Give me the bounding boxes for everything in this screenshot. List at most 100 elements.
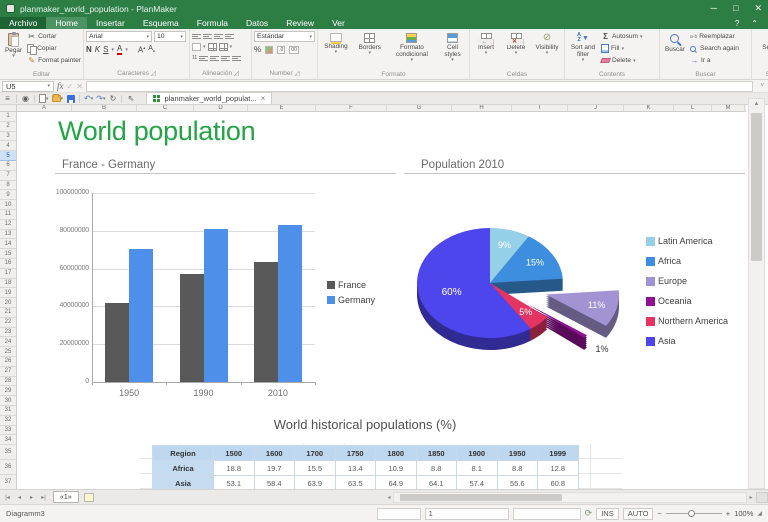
table-header-cell[interactable]: 1750	[335, 446, 376, 461]
wrap-text-icon[interactable]	[219, 43, 228, 51]
text-orientation-icon[interactable]: 11	[192, 55, 197, 61]
row-header-19[interactable]: 19	[0, 288, 16, 298]
pie-chart-object[interactable]: 9%15%11%1%5%60%	[405, 216, 655, 366]
vertical-scrollbar[interactable]: ▲	[748, 98, 765, 489]
row-header-31[interactable]: 31	[0, 406, 16, 416]
column-header-J[interactable]: J	[568, 105, 624, 111]
row-header-4[interactable]: 4	[0, 141, 16, 151]
row-header-3[interactable]: 3	[0, 132, 16, 142]
table-value-cell[interactable]: 8.1	[457, 461, 498, 476]
sh​ading-button[interactable]: Shading▾	[320, 31, 352, 71]
row-header-22[interactable]: 22	[0, 318, 16, 328]
collapse-ribbon-button[interactable]: ⌃	[751, 19, 758, 28]
merge-cells-icon[interactable]	[208, 43, 217, 51]
sheet-tab-active[interactable]: «1»	[53, 491, 79, 503]
row-header-33[interactable]: 33	[0, 426, 16, 436]
table-value-cell[interactable]: 15.5	[295, 461, 336, 476]
column-header-K[interactable]: K	[624, 105, 674, 111]
menu-item-ver[interactable]: Ver	[323, 17, 354, 29]
scroll-right-icon[interactable]: ▸	[747, 494, 755, 501]
horizontal-scrollbar[interactable]: ◂ ▸	[385, 491, 768, 504]
pointer-mode-icon[interactable]: ⇖	[126, 94, 135, 104]
row-header-14[interactable]: 14	[0, 239, 16, 249]
maximize-button[interactable]: □	[733, 3, 738, 14]
open-document-icon[interactable]: ▾	[52, 94, 64, 104]
zoom-slider-knob[interactable]	[688, 510, 695, 517]
touch-mode-icon[interactable]: ◉	[21, 94, 30, 104]
remove-decimal-button[interactable]: 00	[289, 46, 299, 54]
close-button[interactable]: ✕	[754, 3, 762, 14]
row-header-25[interactable]: 25	[0, 347, 16, 357]
conditional-formatting-button[interactable]: Formato condicional▾	[388, 31, 436, 71]
row-header-7[interactable]: 7	[0, 171, 16, 181]
align-right-icon[interactable]	[221, 55, 230, 62]
column-header-H[interactable]: H	[452, 105, 512, 111]
cell-format-icon[interactable]	[192, 43, 201, 51]
auto-mode-badge[interactable]: AUTO	[623, 508, 654, 520]
italic-button[interactable]: K	[95, 45, 100, 54]
column-header-B[interactable]: B	[72, 105, 137, 111]
row-header-36[interactable]: 36	[0, 460, 16, 475]
row-header-10[interactable]: 10	[0, 200, 16, 210]
column-header-I[interactable]: I	[512, 105, 568, 111]
menu-item-formula[interactable]: Formula	[188, 17, 237, 29]
grow-font-button[interactable]: A▴	[138, 45, 145, 55]
row-header-30[interactable]: 30	[0, 396, 16, 406]
row-header-16[interactable]: 16	[0, 259, 16, 269]
row-header-9[interactable]: 9	[0, 190, 16, 200]
row-header-32[interactable]: 32	[0, 416, 16, 426]
find-button[interactable]: Buscar	[662, 31, 688, 71]
sheet-main-title[interactable]: World population	[58, 116, 255, 147]
replace-button[interactable]: a-bReemplazar	[690, 31, 739, 42]
row-header-21[interactable]: 21	[0, 308, 16, 318]
document-tab-close-icon[interactable]: ×	[261, 94, 266, 103]
insert-function-button[interactable]: fx	[57, 81, 64, 91]
number-format-select[interactable]: Estándar▾	[254, 31, 315, 42]
new-document-icon[interactable]: ▾	[39, 94, 49, 104]
row-header-18[interactable]: 18	[0, 279, 16, 289]
table-header-cell[interactable]: 1800	[376, 446, 417, 461]
cell-styles-button[interactable]: Cell styles▾	[438, 31, 467, 71]
table-value-cell[interactable]: 8.8	[416, 461, 457, 476]
fill-button[interactable]: Fill▾	[601, 43, 643, 54]
percent-format-button[interactable]: %	[254, 45, 261, 54]
row-header-24[interactable]: 24	[0, 337, 16, 347]
align-justify-icon[interactable]	[232, 55, 241, 62]
prev-sheet-button[interactable]: ◂	[14, 492, 25, 503]
table-header-cell[interactable]: 1600	[254, 446, 295, 461]
bar-chart-title[interactable]: France - Germany	[55, 156, 396, 174]
font-size-select[interactable]: 10▾	[154, 31, 186, 42]
bold-button[interactable]: N	[86, 45, 92, 54]
row-header-15[interactable]: 15	[0, 249, 16, 259]
align-top-icon[interactable]	[192, 33, 201, 40]
row-header-17[interactable]: 17	[0, 269, 16, 279]
cell-reference-box[interactable]: U5▾	[2, 81, 54, 92]
first-sheet-button[interactable]: |◂	[2, 492, 13, 503]
column-header-M[interactable]: M	[712, 105, 745, 111]
help-button[interactable]: ?	[735, 19, 739, 28]
menu-item-archivo[interactable]: Archivo	[0, 17, 46, 29]
insert-cells-button[interactable]: ← Insert▾	[472, 31, 500, 71]
paste-button[interactable]: Pegar▾	[2, 31, 25, 71]
pie-chart-title[interactable]: Population 2010	[404, 156, 745, 174]
undo-icon[interactable]: ↶▾	[84, 94, 93, 104]
row-header-11[interactable]: 11	[0, 210, 16, 220]
borders-button[interactable]: Borders▾	[354, 31, 386, 71]
select-all-corner[interactable]	[0, 105, 17, 111]
row-header-29[interactable]: 29	[0, 386, 16, 396]
save-icon[interactable]	[66, 94, 75, 104]
visibility-button[interactable]: ⊘ Visibility▾	[532, 31, 562, 71]
next-sheet-button[interactable]: ▸	[26, 492, 37, 503]
row-header-6[interactable]: 6	[0, 161, 16, 171]
row-header-23[interactable]: 23	[0, 328, 16, 338]
select-all-button[interactable]: Seleccionar todo	[756, 31, 768, 71]
table-header-cell[interactable]: 1999	[538, 446, 579, 461]
underline-button[interactable]: S	[103, 45, 108, 54]
table-header-cell[interactable]: 1700	[295, 446, 336, 461]
font-color-button[interactable]: A	[117, 44, 122, 55]
zoom-slider[interactable]	[666, 513, 722, 514]
row-header-1[interactable]: 1	[0, 112, 16, 122]
cancel-entry-button[interactable]: ✕	[76, 82, 83, 91]
last-sheet-button[interactable]: ▸|	[38, 492, 49, 503]
row-header-20[interactable]: 20	[0, 298, 16, 308]
